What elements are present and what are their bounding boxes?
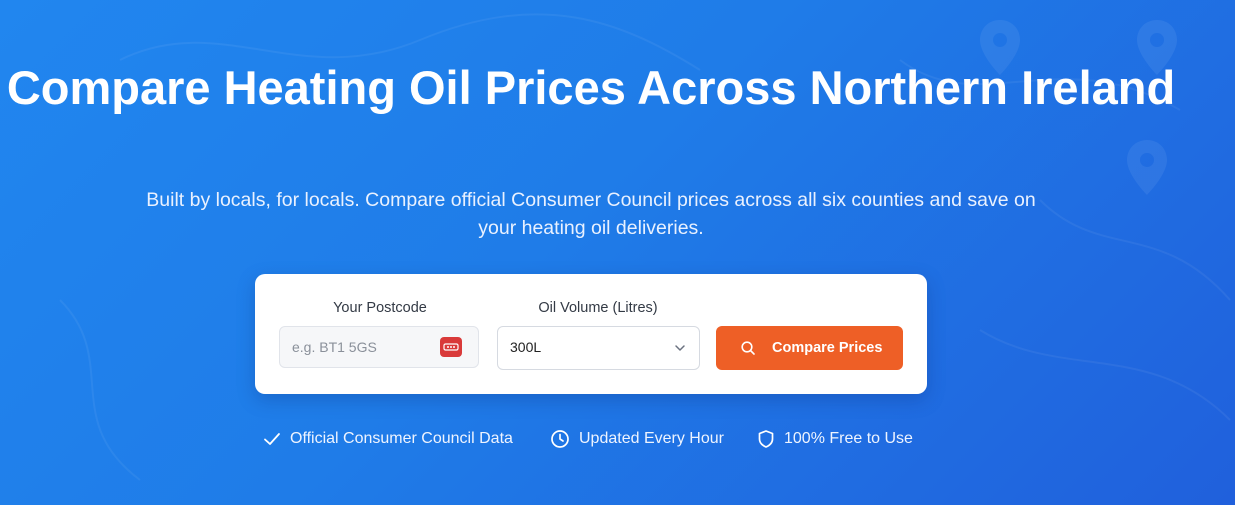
search-card: Your Postcode Oil Volume (Litres) 300L	[255, 274, 927, 394]
feature-item: Updated Every Hour	[550, 428, 740, 450]
feature-item: 100% Free to Use	[756, 428, 926, 450]
postcode-input[interactable]	[280, 327, 440, 367]
feature-label: Official Consumer Council Data	[290, 430, 513, 447]
volume-label: Oil Volume (Litres)	[538, 300, 658, 316]
password-manager-icon[interactable]	[440, 337, 462, 357]
page-subtitle: Built by locals, for locals. Compare off…	[146, 189, 1036, 239]
search-icon	[741, 341, 755, 355]
feature-label: 100% Free to Use	[784, 430, 913, 447]
page-title: Compare Heating Oil Prices Across Northe…	[6, 61, 1176, 114]
clock-icon	[551, 430, 569, 448]
postcode-field	[279, 326, 479, 368]
shield-icon	[758, 430, 774, 448]
compare-prices-label: Compare Prices	[772, 340, 883, 356]
feature-label: Updated Every Hour	[579, 430, 724, 447]
compare-prices-button[interactable]: Compare Prices	[716, 326, 903, 370]
feature-item: Official Consumer Council Data	[262, 428, 532, 450]
postcode-label: Your Postcode	[333, 300, 427, 316]
hero-section: Compare Heating Oil Prices Across Northe…	[0, 0, 1235, 505]
volume-select[interactable]: 300L	[497, 326, 700, 370]
volume-select-value: 300L	[510, 339, 542, 355]
check-icon	[264, 433, 280, 445]
feature-list: Official Consumer Council Data Updated E…	[0, 428, 1235, 450]
chevron-down-icon	[675, 345, 685, 351]
